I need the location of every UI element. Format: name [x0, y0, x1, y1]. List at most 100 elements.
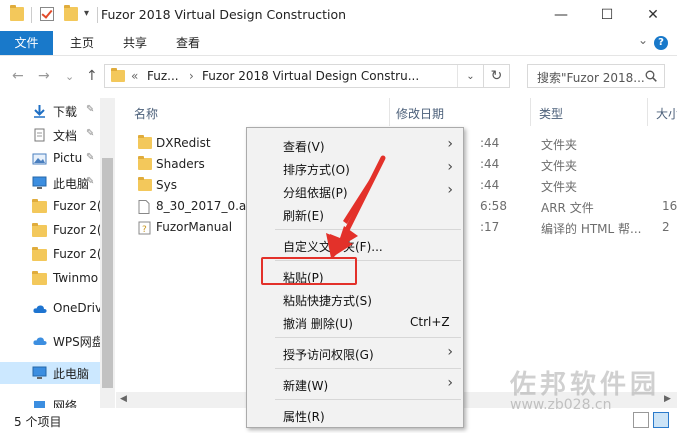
- address-dropdown-icon[interactable]: ⌄: [457, 65, 483, 87]
- nav-item[interactable]: Pictu ✎: [0, 148, 100, 170]
- minimize-button[interactable]: —: [538, 0, 584, 30]
- folder-icon: [111, 68, 125, 82]
- scrollbar-thumb[interactable]: [102, 158, 113, 388]
- refresh-button[interactable]: ↻: [484, 64, 510, 88]
- menu-item[interactable]: 撤消 删除(U) Ctrl+Z: [247, 311, 463, 333]
- back-arrow-icon[interactable]: ←: [12, 68, 24, 84]
- address-bar[interactable]: « Fuz... › Fuzor 2018 Virtual Design Con…: [104, 64, 484, 88]
- pin-icon: ✎: [86, 176, 95, 187]
- menu-item-label: 授予访问权限(G): [283, 348, 374, 362]
- menu-item[interactable]: 分组依据(P) ›: [247, 180, 463, 202]
- nav-item-label: Pictu: [53, 151, 83, 165]
- file-type: 文件夹: [541, 138, 578, 152]
- properties-check-icon[interactable]: [40, 7, 54, 21]
- tab-view[interactable]: 查看: [164, 31, 212, 55]
- nav-scrollbar[interactable]: [100, 98, 115, 408]
- file-name: 8_30_2017_0.arr: [156, 199, 256, 213]
- breadcrumb-item[interactable]: Fuz...: [147, 69, 179, 83]
- nav-item[interactable]: 此电脑 ✎: [0, 172, 100, 194]
- breadcrumb-item[interactable]: Fuzor 2018 Virtual Design Constru...: [202, 69, 419, 83]
- menu-item-label: 新建(W): [283, 379, 329, 393]
- tab-file[interactable]: 文件: [0, 31, 53, 55]
- navigation-pane: 下载 ✎ 文档 ✎ Pictu ✎ 此电脑 ✎ Fuzor 2(Fuzor 2(Fuzor 2(…: [0, 98, 115, 408]
- file-name: Sys: [156, 178, 177, 192]
- details-view-icon[interactable]: [633, 412, 649, 428]
- column-header-name[interactable]: 名称: [134, 105, 158, 122]
- nav-item[interactable]: Fuzor 2(: [0, 244, 102, 266]
- nav-item-label: 此电脑: [53, 177, 90, 191]
- menu-item[interactable]: 属性(R): [247, 404, 463, 426]
- divider: [389, 98, 390, 126]
- help-icon[interactable]: ?: [654, 36, 668, 50]
- menu-separator: [275, 337, 461, 338]
- menu-item-label: 自定义文件夹(F)...: [283, 240, 383, 254]
- nav-item[interactable]: WPS网盘: [0, 330, 104, 352]
- help-file-icon: ?: [138, 221, 152, 235]
- ribbon-expand-icon[interactable]: ⌄: [638, 33, 648, 47]
- nav-item[interactable]: Fuzor 2(: [0, 220, 102, 242]
- tab-home[interactable]: 主页: [58, 31, 106, 55]
- search-box[interactable]: 搜索"Fuzor 2018...: [527, 64, 665, 88]
- title-bar: ▾ Fuzor 2018 Virtual Design Construction…: [0, 0, 677, 31]
- window-title: Fuzor 2018 Virtual Design Construction: [101, 7, 347, 22]
- folder-icon: [32, 199, 47, 213]
- menu-item[interactable]: 自定义文件夹(F)...: [247, 234, 463, 256]
- folder-icon: [32, 247, 47, 261]
- computer-icon: [32, 366, 47, 380]
- nav-item[interactable]: 文档 ✎: [0, 124, 100, 146]
- column-header-size[interactable]: 大小: [656, 105, 677, 122]
- submenu-arrow-icon: ›: [447, 159, 453, 175]
- menu-item[interactable]: 新建(W) ›: [247, 373, 463, 395]
- nav-item-label: 此电脑: [53, 367, 90, 381]
- menu-item[interactable]: 刷新(E): [247, 203, 463, 225]
- menu-item-label: 分组依据(P): [283, 186, 348, 200]
- scroll-left-icon[interactable]: ◀: [120, 394, 127, 404]
- file-date: :44: [480, 157, 500, 171]
- nav-item-label: WPS网盘: [53, 335, 104, 349]
- ribbon-tabs: 文件 主页 共享 查看 ⌄: [0, 31, 677, 56]
- submenu-arrow-icon: ›: [447, 136, 453, 152]
- nav-item[interactable]: 下载 ✎: [0, 100, 100, 122]
- nav-item[interactable]: OneDrive: [0, 298, 109, 320]
- file-type: 编译的 HTML 帮...: [541, 222, 642, 236]
- column-header-date[interactable]: 修改日期: [396, 105, 444, 122]
- wps-cloud-icon: [32, 334, 47, 348]
- file-name: FuzorManual: [156, 220, 233, 234]
- menu-item[interactable]: 查看(V) ›: [247, 134, 463, 156]
- nav-item[interactable]: 此电脑: [0, 362, 100, 384]
- pin-icon: ✎: [86, 104, 95, 115]
- folder-icon: [138, 135, 152, 149]
- menu-item[interactable]: 授予访问权限(G) ›: [247, 342, 463, 364]
- column-header-type[interactable]: 类型: [539, 105, 563, 122]
- watermark-url: www.zb028.cn: [510, 397, 612, 413]
- submenu-arrow-icon: ›: [447, 182, 453, 198]
- scroll-right-icon[interactable]: ▶: [664, 394, 671, 404]
- recent-locations-icon[interactable]: ⌄: [65, 70, 74, 83]
- forward-arrow-icon[interactable]: →: [38, 68, 50, 84]
- menu-item[interactable]: 粘贴快捷方式(S): [247, 288, 463, 310]
- new-folder-icon[interactable]: [64, 5, 78, 21]
- large-icons-view-icon[interactable]: [653, 412, 669, 428]
- file-date: :44: [480, 136, 500, 150]
- divider: [97, 7, 98, 23]
- search-icon[interactable]: [645, 70, 657, 82]
- tab-share[interactable]: 共享: [111, 31, 159, 55]
- item-count: 5 个项目: [14, 415, 62, 429]
- sort-indicator-icon: ^: [256, 98, 264, 104]
- nav-item[interactable]: 网络: [0, 394, 100, 408]
- close-button[interactable]: ✕: [630, 0, 676, 30]
- file-date: 6:58: [480, 199, 507, 213]
- breadcrumb-separator: ›: [189, 69, 194, 83]
- maximize-button[interactable]: ☐: [584, 0, 630, 30]
- menu-item[interactable]: 排序方式(O) ›: [247, 157, 463, 179]
- folder-icon: [32, 271, 47, 285]
- up-arrow-icon[interactable]: ↑: [86, 68, 98, 84]
- search-input[interactable]: 搜索"Fuzor 2018...: [537, 69, 645, 86]
- nav-item[interactable]: Fuzor 2(: [0, 196, 102, 218]
- nav-item[interactable]: Twinmo: [0, 268, 100, 290]
- nav-item-label: Fuzor 2(: [53, 199, 102, 213]
- file-date: :17: [480, 220, 500, 234]
- breadcrumb-more[interactable]: «: [131, 69, 138, 83]
- folder-icon: [138, 156, 152, 170]
- quick-access-dropdown-icon[interactable]: ▾: [84, 8, 89, 19]
